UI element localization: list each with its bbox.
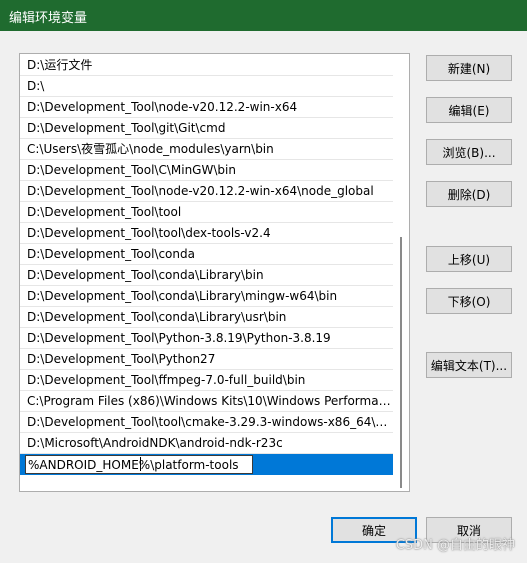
path-list-item[interactable]: D:\	[20, 76, 393, 97]
path-list-item[interactable]: D:\Development_Tool\tool\dex-tools-v2.4	[20, 223, 393, 244]
path-list-item[interactable]: D:\Development_Tool\Python-3.8.19\Python…	[20, 328, 393, 349]
edit-env-variable-dialog: 编辑环境变量 D:\运行文件 D:\ D:\Development_Tool\nod…	[0, 0, 527, 563]
path-list[interactable]: D:\运行文件 D:\ D:\Development_Tool\node-v20.1…	[19, 53, 410, 492]
move-down-button[interactable]: 下移(O)	[426, 288, 512, 314]
path-list-item[interactable]: D:\运行文件	[20, 55, 393, 76]
path-list-item[interactable]: D:\Development_Tool\conda\Library\bin	[20, 265, 393, 286]
path-list-item[interactable]: D:\Development_Tool\conda\Library\mingw-…	[20, 286, 393, 307]
window-title: 编辑环境变量	[9, 11, 88, 26]
watermark: CSDN @自由的眼神	[395, 538, 515, 553]
text-caret	[140, 457, 141, 471]
browse-button[interactable]: 浏览(B)...	[426, 139, 512, 165]
path-list-item[interactable]: D:\Development_Tool\tool	[20, 202, 393, 223]
path-list-item[interactable]: C:\Program Files (x86)\Windows Kits\10\W…	[20, 391, 393, 412]
edit-text-button[interactable]: 编辑文本(T)...	[426, 352, 512, 378]
title-bar[interactable]: 编辑环境变量	[0, 0, 527, 31]
path-list-item[interactable]: D:\Development_Tool\C\MinGW\bin	[20, 160, 393, 181]
move-up-button[interactable]: 上移(U)	[426, 246, 512, 272]
path-list-item[interactable]: D:\Development_Tool\conda\Library\usr\bi…	[20, 307, 393, 328]
path-list-item[interactable]: D:\Development_Tool\node-v20.12.2-win-x6…	[20, 181, 393, 202]
path-list-item[interactable]: C:\Users\夜雪孤心\node_modules\yarn\bin	[20, 139, 393, 160]
path-list-item[interactable]: D:\Development_Tool\conda	[20, 244, 393, 265]
new-button[interactable]: 新建(N)	[426, 55, 512, 81]
path-list-item[interactable]: D:\Microsoft\AndroidNDK\android-ndk-r23c	[20, 433, 393, 454]
list-scrollbar[interactable]	[392, 54, 409, 491]
scrollbar-thumb[interactable]	[400, 237, 402, 488]
edit-button[interactable]: 编辑(E)	[426, 97, 512, 123]
path-list-item[interactable]: D:\Development_Tool\tool\cmake-3.29.3-wi…	[20, 412, 393, 433]
delete-button[interactable]: 删除(D)	[426, 181, 512, 207]
path-list-item[interactable]: D:\Development_Tool\Python27	[20, 349, 393, 370]
editing-row[interactable]	[20, 454, 393, 475]
path-list-item[interactable]: D:\Development_Tool\node-v20.12.2-win-x6…	[20, 97, 393, 118]
path-list-item[interactable]: D:\Development_Tool\git\Git\cmd	[20, 118, 393, 139]
path-edit-input[interactable]	[25, 455, 253, 474]
path-list-item[interactable]: D:\Development_Tool\ffmpeg-7.0-full_buil…	[20, 370, 393, 391]
